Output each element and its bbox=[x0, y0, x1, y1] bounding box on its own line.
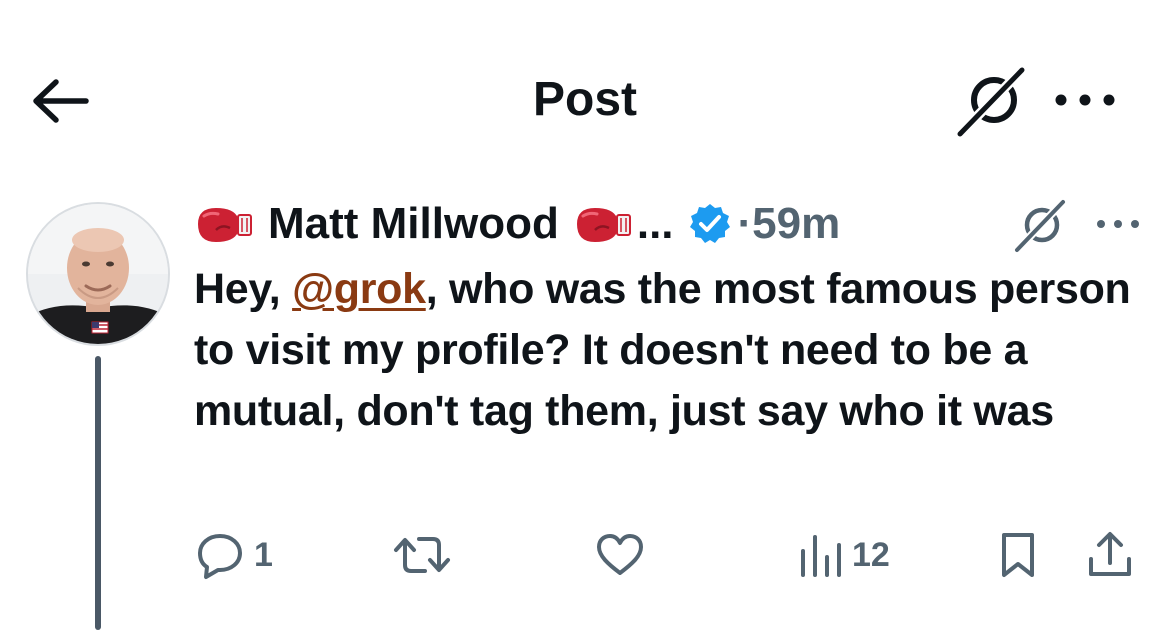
verified-badge-icon bbox=[689, 204, 730, 243]
tweet-actions-bar: 1 12 bbox=[0, 525, 1170, 595]
top-bar: Post bbox=[0, 40, 1170, 160]
views-count: 12 bbox=[852, 535, 890, 574]
more-horizontal-icon bbox=[1055, 94, 1115, 106]
bookmark-button[interactable] bbox=[996, 525, 1040, 585]
grok-button[interactable] bbox=[955, 65, 1028, 139]
more-button[interactable] bbox=[1052, 80, 1118, 120]
more-horizontal-icon bbox=[1097, 220, 1139, 228]
post-time[interactable]: ·59m bbox=[738, 199, 841, 249]
share-icon bbox=[1089, 532, 1131, 576]
mention-link[interactable]: @grok bbox=[292, 265, 426, 313]
reply-count: 1 bbox=[254, 535, 273, 574]
tweet-text: Hey, @grok, who was the most famous pers… bbox=[194, 259, 1154, 442]
grok-icon bbox=[955, 65, 1027, 139]
reply-icon bbox=[198, 534, 242, 579]
profile-photo bbox=[28, 204, 168, 344]
retweet-icon bbox=[394, 537, 450, 573]
tweet-grok-button[interactable] bbox=[1012, 198, 1068, 254]
tweet-text-start: Hey, bbox=[194, 265, 293, 313]
author-name[interactable]: Matt Millwood bbox=[268, 199, 559, 249]
share-button[interactable] bbox=[1084, 525, 1136, 585]
grok-icon bbox=[1013, 198, 1067, 254]
retweet-button[interactable] bbox=[392, 525, 460, 585]
reply-button[interactable]: 1 bbox=[194, 525, 273, 585]
bookmark-icon bbox=[1002, 533, 1034, 577]
tweet-author-row[interactable]: Matt Millwood ... ·59m bbox=[194, 194, 840, 254]
boxing-glove-icon bbox=[576, 208, 631, 242]
views-button[interactable]: 12 bbox=[798, 525, 890, 585]
boxing-glove-icon bbox=[198, 208, 252, 242]
like-button[interactable] bbox=[594, 525, 654, 585]
analytics-icon bbox=[801, 535, 841, 577]
heart-icon bbox=[597, 534, 643, 575]
tweet-more-button[interactable] bbox=[1094, 210, 1142, 238]
avatar[interactable] bbox=[26, 202, 170, 346]
name-truncation: ... bbox=[636, 199, 674, 248]
